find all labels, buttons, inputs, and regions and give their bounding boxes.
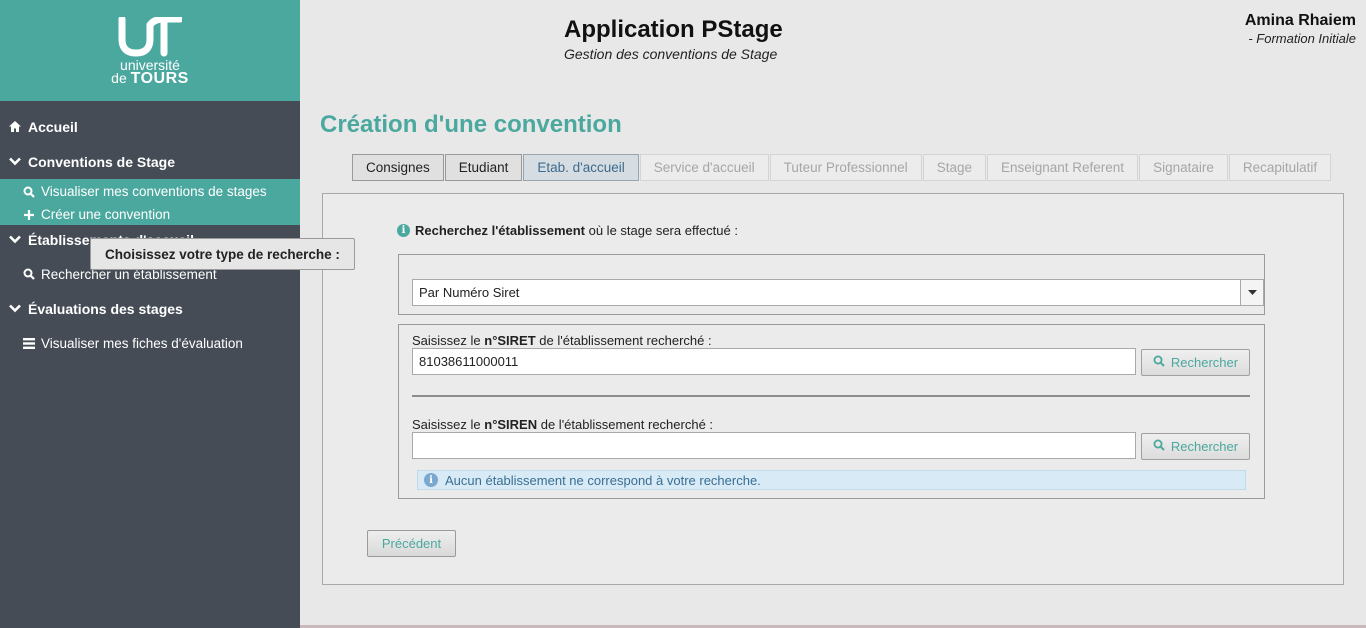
divider [412, 395, 1250, 397]
no-result-notice: i Aucun établissement ne correspond à vo… [417, 470, 1246, 490]
sidebar-item-conventions[interactable]: Conventions de Stage [0, 144, 300, 179]
plus-icon [22, 209, 35, 220]
search-icon [1153, 439, 1165, 454]
tab-etab-accueil[interactable]: Etab. d'accueil [523, 154, 639, 181]
sidebar-item-label: Créer une convention [41, 207, 171, 222]
siren-label: Saisissez le n°SIREN de l'établissement … [412, 417, 714, 432]
header: Application PStage Gestion des conventio… [300, 0, 1366, 100]
sidebar-item-evaluations[interactable]: Évaluations des stages [0, 291, 300, 326]
tab-tuteur-professionnel: Tuteur Professionnel [769, 154, 922, 181]
intro-text: i Recherchez l'établissement où le stage… [397, 223, 738, 238]
app-title: Application PStage [564, 16, 783, 43]
sidebar-item-view-conventions[interactable]: Visualiser mes conventions de stages [0, 180, 300, 203]
sidebar-item-view-evals[interactable]: Visualiser mes fiches d'évaluation [0, 326, 300, 360]
siret-label: Saisissez le n°SIRET de l'établissement … [412, 333, 712, 348]
intro-rest: où le stage sera effectué : [585, 223, 738, 238]
siren-input[interactable] [412, 432, 1136, 459]
form-panel: i Recherchez l'établissement où le stage… [322, 193, 1344, 585]
search-icon [22, 186, 35, 198]
sidebar: université de TOURS Accueil Conventions … [0, 0, 300, 628]
home-icon [8, 121, 22, 132]
logo-line2-bold: TOURS [130, 69, 189, 87]
intro-bold: Recherchez l'établissement [415, 223, 585, 238]
tab-consignes[interactable]: Consignes [352, 154, 444, 181]
user-role: - Formation Initiale [1248, 31, 1356, 46]
list-icon [22, 337, 35, 349]
tab-etudiant[interactable]: Etudiant [444, 154, 523, 181]
tab-service-accueil: Service d'accueil [639, 154, 769, 181]
search-button-label: Rechercher [1170, 439, 1239, 454]
search-icon [22, 268, 35, 280]
tab-signataire: Signataire [1139, 154, 1228, 181]
info-icon: i [397, 224, 410, 237]
search-type-select[interactable]: Par Numéro Siret [412, 279, 1264, 306]
search-icon [1153, 355, 1165, 370]
tab-enseignant-referent: Enseignant Referent [986, 154, 1139, 181]
chevron-down-icon [8, 304, 22, 313]
chevron-down-icon [8, 157, 22, 166]
previous-button[interactable]: Précédent [367, 530, 456, 557]
siret-search-button[interactable]: Rechercher [1141, 349, 1250, 376]
info-icon: i [424, 473, 438, 487]
tab-stage: Stage [922, 154, 986, 181]
search-type-value: Par Numéro Siret [419, 285, 520, 300]
sidebar-item-label: Conventions de Stage [28, 153, 176, 170]
sidebar-item-label: Visualiser mes conventions de stages [41, 184, 267, 199]
sidebar-subgroup-conventions: Visualiser mes conventions de stages Cré… [0, 179, 300, 225]
chevron-down-icon [8, 235, 22, 244]
search-type-fieldset: Par Numéro Siret [398, 254, 1265, 315]
siren-search-button[interactable]: Rechercher [1141, 433, 1250, 460]
no-result-text: Aucun établissement ne correspond à votr… [445, 472, 761, 488]
siret-input[interactable]: 81038611000011 [412, 348, 1136, 375]
logo-line2-prefix: de [111, 69, 127, 86]
app-subtitle: Gestion des conventions de Stage [564, 46, 778, 62]
search-type-legend: Choisissez votre type de recherche : [90, 238, 355, 270]
sidebar-item-label: Visualiser mes fiches d'évaluation [41, 335, 243, 351]
user-name: Amina Rhaiem [1244, 12, 1356, 29]
sidebar-item-home[interactable]: Accueil [0, 109, 300, 144]
search-button-label: Rechercher [1170, 355, 1239, 370]
identifier-fieldset: Saisissez le n°SIRET de l'établissement … [398, 324, 1265, 499]
sidebar-nav: Accueil Conventions de Stage Visualiser … [0, 101, 300, 360]
ut-logo-icon [118, 16, 182, 57]
sidebar-item-label: Accueil [28, 118, 78, 135]
tab-recapitulatif: Recapitulatif [1228, 154, 1332, 181]
page-title: Création d'une convention [320, 111, 622, 138]
dropdown-arrow-icon[interactable] [1240, 280, 1263, 305]
wizard-tabs: Consignes Etudiant Etab. d'accueil Servi… [352, 154, 1332, 181]
university-logo[interactable]: université de TOURS [0, 0, 300, 101]
sidebar-item-label: Évaluations des stages [28, 300, 183, 317]
